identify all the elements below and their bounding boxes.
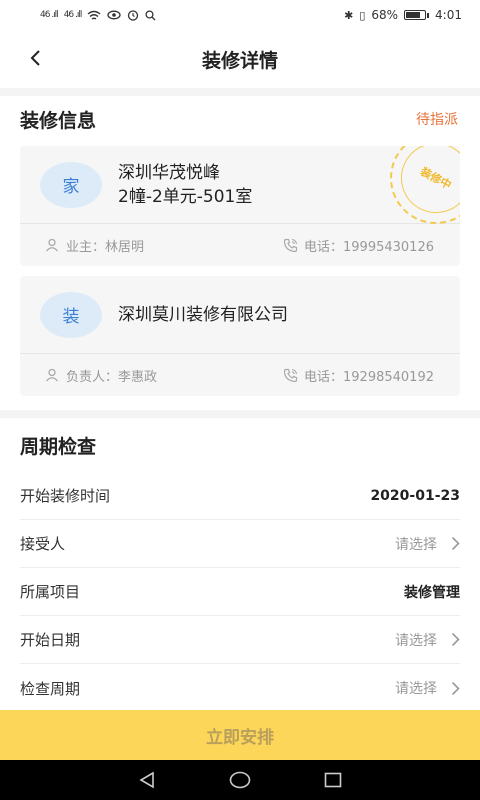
section-title: 装修信息	[20, 109, 97, 132]
row-label: 所属项目	[20, 583, 81, 601]
system-nav-bar	[0, 760, 480, 800]
manager-info: 负责人：李惠政	[44, 366, 157, 385]
manager-label: 负责人：李惠政	[66, 369, 158, 385]
row-value: 装修管理	[404, 584, 460, 601]
period-check-section: 周期检查 开始装修时间 2020-01-23 接受人 请选择 所属项目 装修管理…	[0, 418, 480, 710]
row-start-date[interactable]: 开始日期 请选择	[20, 616, 460, 664]
home-name-line2: 2幢-2单元-501室	[118, 186, 253, 207]
chevron-right-icon	[451, 536, 460, 551]
user-icon	[44, 237, 60, 253]
bluetooth-icon: ✱	[344, 8, 354, 22]
decoration-info-header: 装修信息 待指派	[0, 96, 480, 142]
home-card-bottom: 业主：林居明 电话：19995430126	[20, 224, 460, 266]
phone-icon	[282, 367, 298, 383]
row-right: 请选择	[395, 534, 460, 554]
row-start-decoration-time: 开始装修时间 2020-01-23	[20, 472, 460, 520]
home-name-line1: 深圳华茂悦峰	[118, 162, 220, 183]
phone-label: 电话：19298540192	[304, 369, 434, 385]
row-project: 所属项目 装修管理	[20, 568, 460, 616]
chevron-left-icon	[30, 50, 40, 66]
battery-cap	[427, 12, 430, 18]
signal-icon: 46 .ıll	[40, 10, 59, 20]
status-left: 46 .ıll 46 .ıll	[40, 9, 156, 21]
owner-label: 业主：林居明	[66, 239, 145, 255]
eye-icon	[107, 10, 122, 20]
decoration-info-section: 装修信息 待指派 装修中 家 深圳华茂悦峰 2幢-2单元-501室 业主：林居明	[0, 96, 480, 410]
row-right: 请选择	[395, 678, 460, 698]
avatar: 家	[40, 161, 102, 208]
system-recents-button[interactable]	[313, 765, 353, 795]
phone-info[interactable]: 电话：19995430126	[282, 236, 434, 255]
home-address: 深圳华茂悦峰 2幢-2单元-501室	[118, 161, 252, 209]
chevron-right-icon	[451, 632, 460, 647]
battery-icon	[404, 10, 427, 20]
phone-info[interactable]: 电话：19298540192	[282, 366, 434, 385]
system-home-button[interactable]	[220, 765, 260, 795]
row-value: 请选择	[395, 681, 437, 697]
square-recents-icon	[325, 772, 342, 788]
row-right: 请选择	[395, 630, 460, 650]
company-card-top: 装 深圳莫川装修有限公司	[20, 276, 460, 354]
alarm-icon	[128, 10, 139, 21]
signal-icon: 46 .ıll	[63, 10, 83, 20]
circle-home-icon	[229, 771, 251, 789]
arrange-now-button[interactable]: 立即安排	[0, 710, 480, 760]
owner-info: 业主：林居明	[44, 236, 144, 255]
system-back-button[interactable]	[127, 765, 167, 795]
status-badge: 待指派	[416, 112, 458, 128]
row-label: 检查周期	[20, 679, 81, 698]
row-check-period[interactable]: 检查周期 请选择	[20, 664, 460, 712]
row-label: 开始装修时间	[20, 487, 111, 505]
home-card[interactable]: 装修中 家 深圳华茂悦峰 2幢-2单元-501室 业主：林居明 电话：19995…	[20, 146, 460, 266]
page-title: 装修详情	[201, 49, 278, 72]
arrange-now-label: 立即安排	[206, 727, 274, 748]
company-card-bottom: 负责人：李惠政 电话：19298540192	[20, 354, 460, 396]
company-card[interactable]: 装 深圳莫川装修有限公司 负责人：李惠政 电话：19298540192	[20, 276, 460, 396]
avatar: 装	[40, 291, 102, 338]
triangle-back-icon	[139, 771, 154, 789]
chevron-right-icon	[451, 681, 460, 695]
user-icon	[44, 367, 60, 383]
phone-label: 电话：19995430126	[304, 239, 434, 255]
row-label: 接受人	[20, 535, 66, 553]
row-value: 请选择	[395, 536, 437, 553]
row-value: 请选择	[395, 632, 437, 649]
nav-bar: 装修详情	[0, 30, 480, 88]
clock: 4:01	[435, 8, 462, 22]
status-bar: 46 .ıll 46 .ıll ✱ ▯ 68% 4:01	[0, 0, 480, 30]
row-label: 开始日期	[20, 631, 81, 649]
section-title: 周期检查	[20, 436, 97, 458]
company-name: 深圳莫川装修有限公司	[118, 304, 288, 325]
wifi-icon	[87, 10, 101, 20]
search-icon	[145, 9, 156, 20]
phone-icon	[282, 237, 298, 253]
battery-percent: 68%	[371, 8, 399, 22]
row-receiver[interactable]: 接受人 请选择	[20, 520, 460, 568]
status-right: ✱ ▯ 68% 4:01	[344, 8, 462, 22]
row-value: 2020-01-23	[370, 487, 460, 504]
vibrate-icon: ▯	[359, 8, 366, 22]
back-button[interactable]	[20, 43, 50, 73]
